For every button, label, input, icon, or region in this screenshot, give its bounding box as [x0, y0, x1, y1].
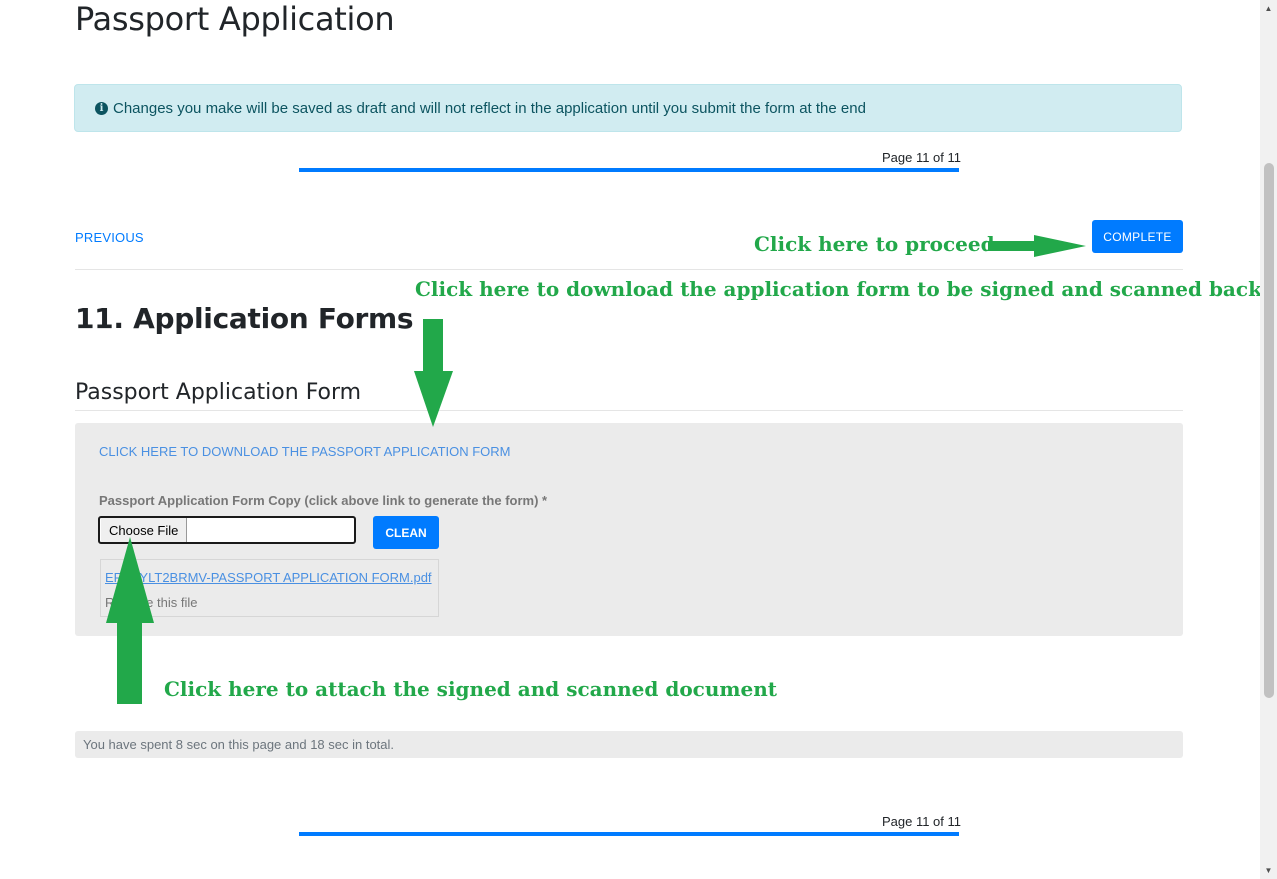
page-progress-bottom: Page 11 of 11 [299, 814, 961, 844]
scroll-up-icon[interactable]: ▲ [1260, 0, 1277, 17]
progress-bar-bottom [299, 832, 959, 836]
draft-info-alert: i Changes you make will be saved as draf… [74, 84, 1182, 132]
arrow-down-icon [414, 319, 453, 427]
download-form-link[interactable]: CLICK HERE TO DOWNLOAD THE PASSPORT APPL… [99, 444, 511, 459]
subtitle-divider [75, 410, 1183, 411]
time-spent-bar: You have spent 8 sec on this page and 18… [75, 731, 1183, 758]
alert-text: Changes you make will be saved as draft … [113, 99, 866, 117]
arrow-right-icon [988, 235, 1086, 257]
progress-fill-bottom [299, 832, 959, 836]
scrollbar-thumb[interactable] [1264, 163, 1274, 698]
progress-fill [299, 168, 959, 172]
info-icon: i [95, 101, 108, 115]
form-panel: CLICK HERE TO DOWNLOAD THE PASSPORT APPL… [75, 423, 1183, 636]
file-field-label: Passport Application Form Copy (click ab… [99, 493, 548, 508]
page-counter: Page 11 of 11 [881, 150, 961, 165]
scroll-down-icon[interactable]: ▼ [1260, 862, 1277, 879]
form-subtitle: Passport Application Form [75, 380, 362, 405]
page-counter-bottom: Page 11 of 11 [881, 814, 961, 829]
previous-link[interactable]: PREVIOUS [75, 230, 144, 245]
arrow-up-icon [106, 537, 154, 704]
nav-divider [75, 269, 1183, 270]
progress-bar [299, 168, 959, 172]
scrollbar[interactable]: ▲ ▼ [1260, 0, 1277, 879]
clean-button[interactable]: CLEAN [373, 516, 439, 549]
complete-button[interactable]: COMPLETE [1092, 220, 1183, 253]
page-progress-top: Page 11 of 11 [299, 150, 961, 180]
page-title: Passport Application [75, 0, 395, 38]
annotation-download: Click here to download the application f… [415, 277, 1262, 301]
annotation-proceed: Click here to proceed [754, 232, 995, 256]
annotation-attach: Click here to attach the signed and scan… [164, 677, 778, 701]
section-title: 11. Application Forms [75, 302, 414, 335]
